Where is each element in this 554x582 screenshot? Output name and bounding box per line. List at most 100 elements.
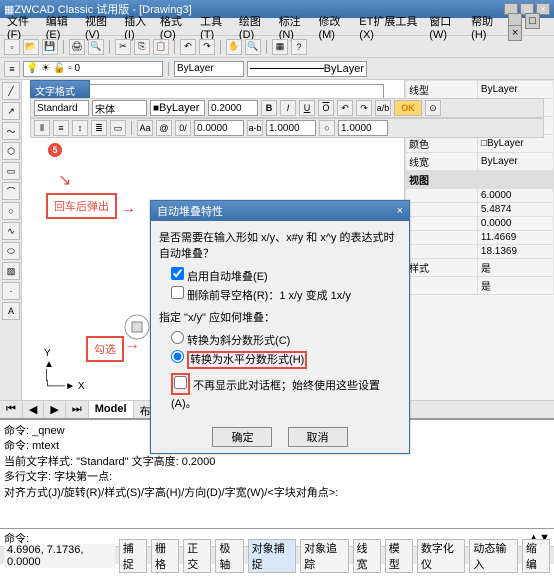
overline-button[interactable]: O xyxy=(318,100,334,116)
circle-icon[interactable]: ○ xyxy=(2,202,20,220)
checkbox-dontshow[interactable]: 不再显示此对话框；始终使用这些设置(A)。 xyxy=(171,373,401,411)
nav-prev-icon[interactable]: ◀ xyxy=(23,401,44,418)
menu-et[interactable]: ET扩展工具(X) xyxy=(356,12,424,42)
spacing-input[interactable]: 0.0000 xyxy=(194,120,244,136)
nav-next-icon[interactable]: ▶ xyxy=(44,401,65,418)
height-dropdown[interactable]: 0.2000 xyxy=(208,100,258,116)
status-ortho[interactable]: 正交 xyxy=(183,539,211,573)
layer-icon[interactable]: ≡ xyxy=(4,61,20,77)
layer-color-dropdown[interactable]: ■ByLayer xyxy=(150,100,205,116)
menu-format[interactable]: 格式(O) xyxy=(157,12,195,42)
italic-button[interactable]: I xyxy=(280,100,296,116)
linetype-dropdown[interactable]: ByLayer xyxy=(247,61,367,77)
linespacing-icon[interactable]: ↕ xyxy=(72,120,88,136)
undo2-icon[interactable]: ↶ xyxy=(337,100,353,116)
doc-maximize[interactable]: □ xyxy=(525,13,540,29)
radio-horizontal[interactable]: 转换为水平分数形式(H) xyxy=(171,350,401,367)
cut-icon[interactable]: ✂ xyxy=(115,39,131,55)
cancel-button[interactable]: 取消 xyxy=(288,427,348,447)
dialog-close-icon[interactable]: × xyxy=(397,205,403,217)
properties-icon[interactable]: ▦ xyxy=(272,39,288,55)
new-icon[interactable]: ▫ xyxy=(4,39,20,55)
uppercase-icon[interactable]: Aa xyxy=(137,120,153,136)
ok-button[interactable]: OK xyxy=(394,100,422,116)
tracking-input[interactable]: 1.0000 xyxy=(266,120,316,136)
pan-icon[interactable]: ✋ xyxy=(226,39,242,55)
options-icon[interactable]: ⊙ xyxy=(425,100,441,116)
redo-icon[interactable]: ↷ xyxy=(199,39,215,55)
status-snap[interactable]: 捕捉 xyxy=(119,539,147,573)
status-dyn[interactable]: 动态输入 xyxy=(469,539,517,573)
dialog-question: 是否需要在输入形如 x/y、x#y 和 x^y 的表达式时自动堆叠？ xyxy=(159,229,401,261)
polygon-icon[interactable]: ⬡ xyxy=(2,142,20,160)
help-icon[interactable]: ? xyxy=(291,39,307,55)
status-polar[interactable]: 极轴 xyxy=(215,539,243,573)
status-bar: 4.6906, 7.1736, 0.0000 捕捉 栅格 正交 极轴 对象捕捉 … xyxy=(0,546,554,564)
text-icon[interactable]: A xyxy=(2,302,20,320)
ok-button[interactable]: 确定 xyxy=(212,427,272,447)
menu-file[interactable]: 文件(F) xyxy=(4,12,41,42)
justify-icon[interactable]: ≡ xyxy=(53,120,69,136)
symbol-icon[interactable]: @ xyxy=(156,120,172,136)
menu-edit[interactable]: 编辑(E) xyxy=(43,12,80,42)
copy-icon[interactable]: ⎘ xyxy=(134,39,150,55)
zoom-icon[interactable]: 🔍 xyxy=(245,39,261,55)
ray-icon[interactable]: ↗ xyxy=(2,102,20,120)
checkbox-autostack[interactable]: 启用自动堆叠(E) xyxy=(171,267,401,284)
spline-icon[interactable]: ∿ xyxy=(2,222,20,240)
autostack-dialog: 自动堆叠特性 × 是否需要在输入形如 x/y、x#y 和 x^y 的表达式时自动… xyxy=(150,200,410,454)
hatch-icon[interactable]: ▨ xyxy=(2,262,20,280)
preview-icon[interactable]: 🔍 xyxy=(88,39,104,55)
underline-button[interactable]: U xyxy=(299,100,315,116)
menu-modify[interactable]: 修改(M) xyxy=(315,12,354,42)
tab-model[interactable]: Model xyxy=(89,401,134,418)
prop-value[interactable]: ByLayer xyxy=(477,81,553,99)
save-icon[interactable]: 💾 xyxy=(42,39,58,55)
columns-icon[interactable]: ⫴ xyxy=(34,120,50,136)
ellipse-icon[interactable]: ⬭ xyxy=(2,242,20,260)
status-lwt[interactable]: 线宽 xyxy=(353,539,381,573)
font-dropdown[interactable]: 宋体 xyxy=(92,100,147,116)
menu-insert[interactable]: 插入(I) xyxy=(121,12,155,42)
field-icon[interactable]: ▭ xyxy=(110,120,126,136)
status-otrack[interactable]: 对象追踪 xyxy=(300,539,348,573)
checkbox-trim[interactable]: 删除前导空格(R)：1 x/y 变成 1x/y xyxy=(171,286,401,303)
line-icon[interactable]: ╱ xyxy=(2,82,20,100)
status-tablet[interactable]: 数字化仪 xyxy=(417,539,465,573)
style-dropdown[interactable]: Standard xyxy=(34,100,89,116)
width-input[interactable]: 1.0000 xyxy=(338,120,388,136)
print-icon[interactable]: 🖨 xyxy=(69,39,85,55)
radio-diagonal[interactable]: 转换为斜分数形式(C) xyxy=(171,331,401,348)
status-grid[interactable]: 栅格 xyxy=(151,539,179,573)
status-osnap[interactable]: 对象捕捉 xyxy=(248,539,296,573)
layer-dropdown[interactable]: 💡 ☀ 🔓 ▫ 0 xyxy=(23,61,163,77)
menu-view[interactable]: 视图(V) xyxy=(82,12,119,42)
menu-tools[interactable]: 工具(T) xyxy=(197,12,234,42)
menu-help[interactable]: 帮助(H) xyxy=(468,12,506,42)
status-annoscale[interactable]: 缩编 xyxy=(522,539,550,573)
rect-icon[interactable]: ▭ xyxy=(2,162,20,180)
menu-draw[interactable]: 绘图(D) xyxy=(236,12,274,42)
doc-close[interactable]: × xyxy=(508,25,522,41)
width-icon[interactable]: ○ xyxy=(319,120,335,136)
arrow-icon: → xyxy=(124,336,140,354)
stack-icon[interactable]: a/b xyxy=(375,100,391,116)
color-dropdown[interactable]: ByLayer xyxy=(174,61,244,77)
bold-button[interactable]: B xyxy=(261,100,277,116)
open-icon[interactable]: 📂 xyxy=(23,39,39,55)
menu-dim[interactable]: 标注(N) xyxy=(276,12,314,42)
point-icon[interactable]: · xyxy=(2,282,20,300)
nav-first-icon[interactable]: ⏮ xyxy=(0,401,23,418)
numbering-icon[interactable]: ≣ xyxy=(91,120,107,136)
menu-window[interactable]: 窗口(W) xyxy=(426,12,466,42)
undo-icon[interactable]: ↶ xyxy=(180,39,196,55)
status-model[interactable]: 模型 xyxy=(385,539,413,573)
tracking-icon[interactable]: a-b xyxy=(247,120,263,136)
badge-5: 5 xyxy=(48,143,62,157)
nav-last-icon[interactable]: ⏭ xyxy=(66,401,89,418)
paste-icon[interactable]: 📋 xyxy=(153,39,169,55)
oblique-icon[interactable]: 0/ xyxy=(175,120,191,136)
pline-icon[interactable]: ～ xyxy=(2,122,20,140)
arc-icon[interactable]: ⌒ xyxy=(2,182,20,200)
redo2-icon[interactable]: ↷ xyxy=(356,100,372,116)
